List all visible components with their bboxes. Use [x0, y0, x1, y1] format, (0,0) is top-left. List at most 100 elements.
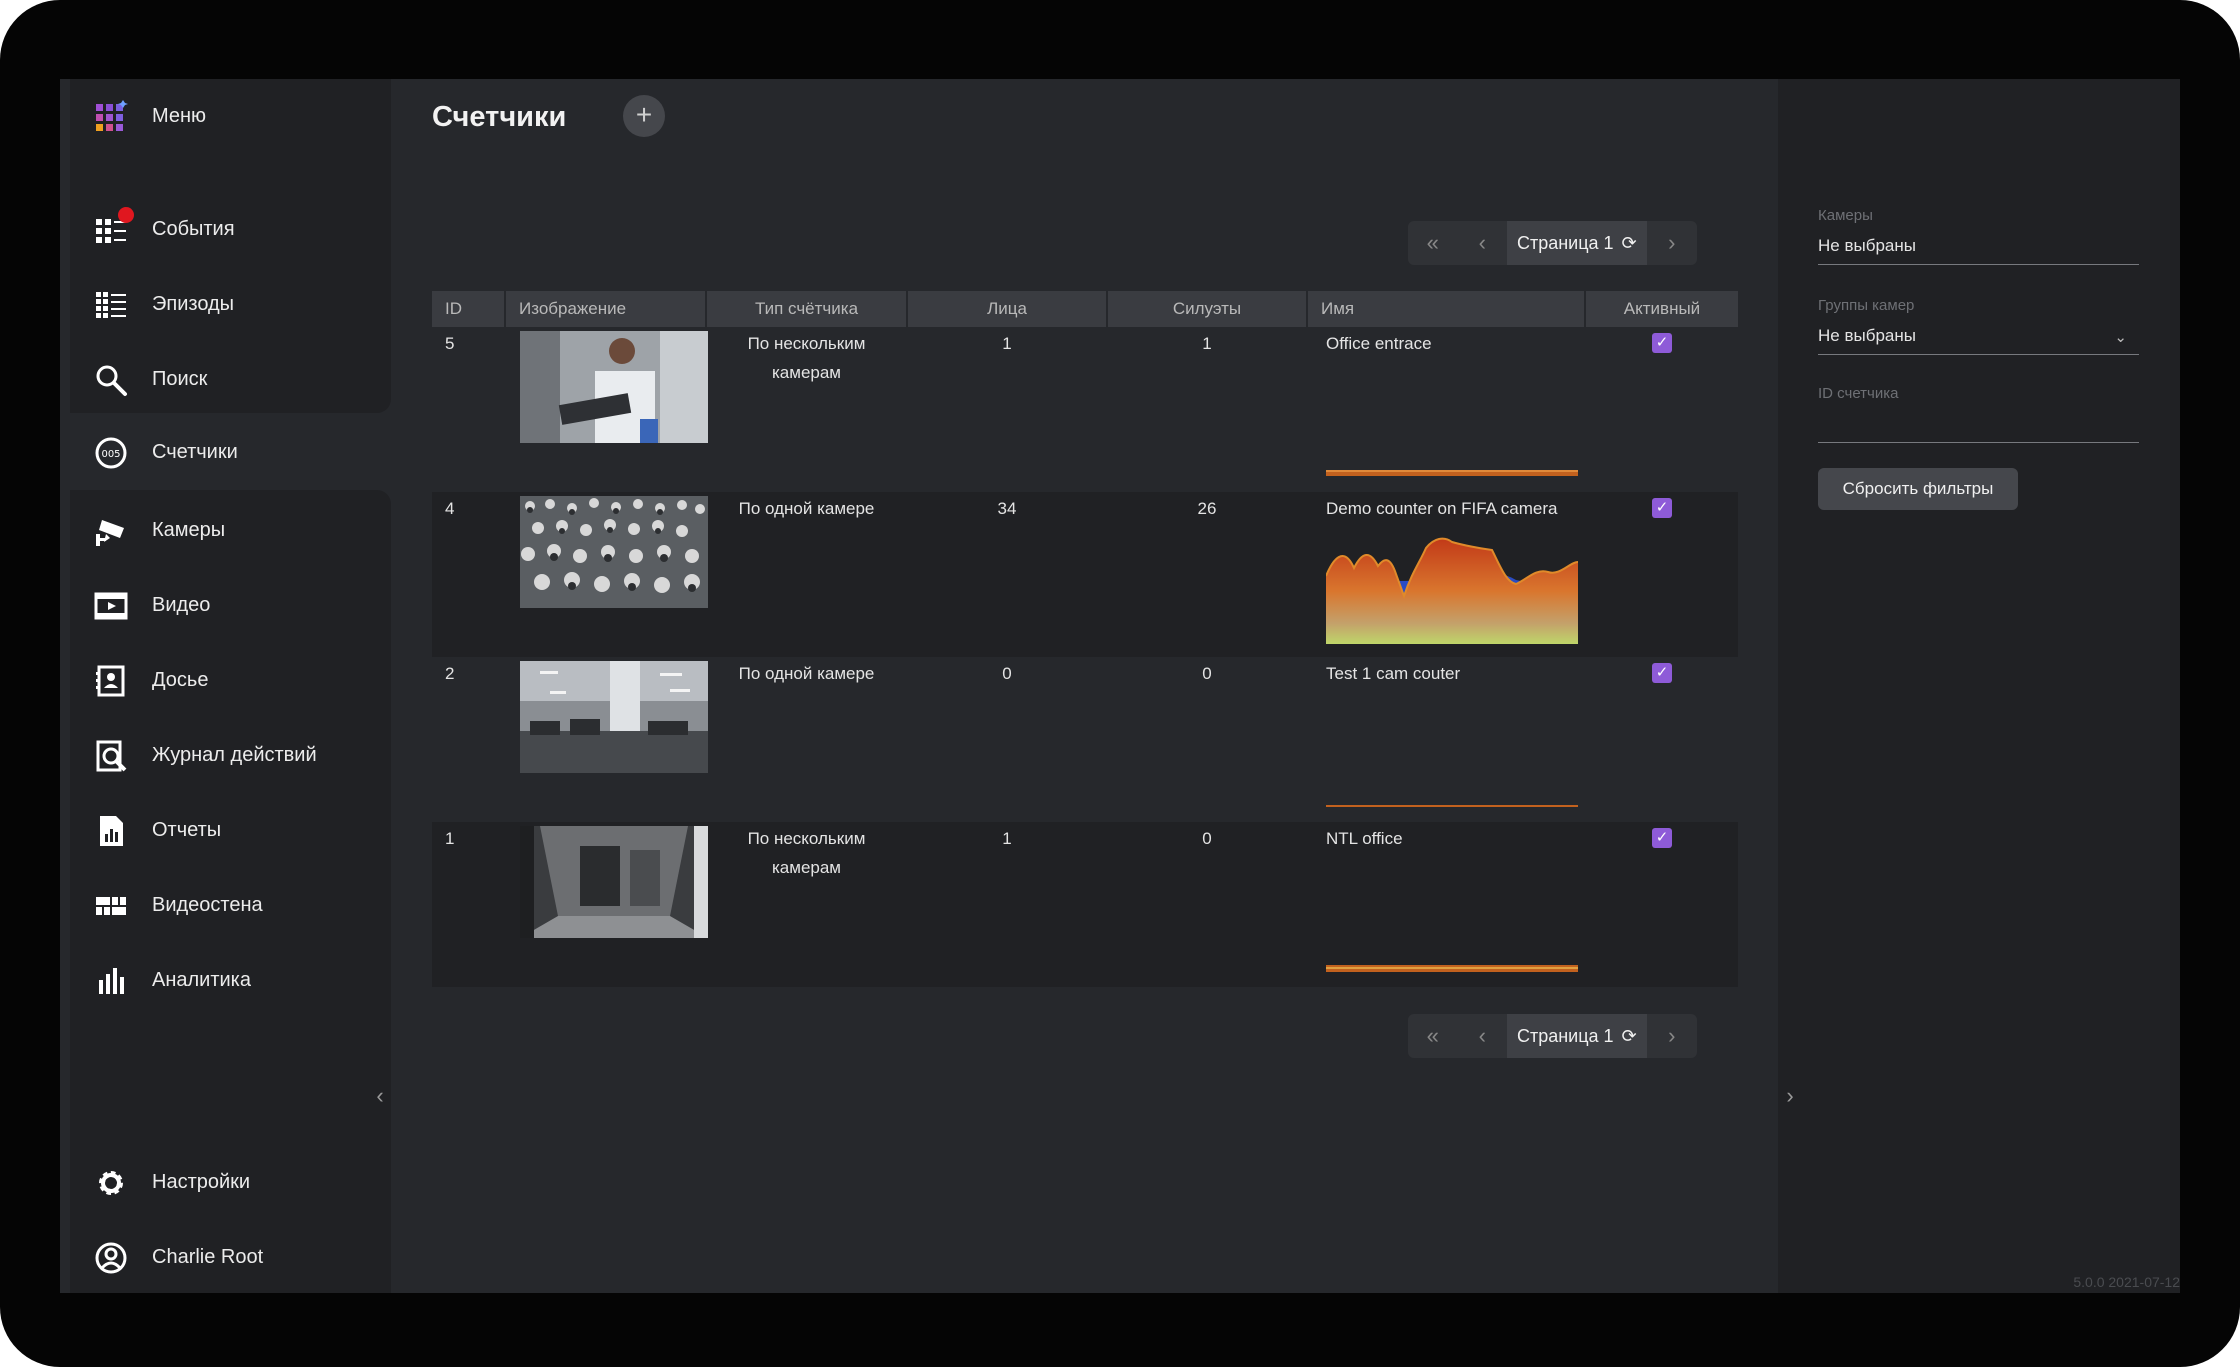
active-checkbox[interactable]: ✓	[1652, 333, 1672, 353]
faces-count: 1	[1002, 334, 1012, 353]
collapse-sidebar-chevron-left-icon[interactable]: ‹	[370, 1081, 390, 1111]
pagination-top: « ‹ Страница 1 ⟳ ›	[1408, 221, 1697, 265]
counter-thumbnail[interactable]	[520, 331, 708, 443]
add-counter-button[interactable]: +	[623, 95, 665, 137]
current-page-button[interactable]: Страница 1 ⟳	[1507, 1014, 1647, 1058]
events-list-icon	[94, 206, 134, 247]
report-icon	[94, 814, 128, 848]
counter-sparkline	[1326, 862, 1578, 974]
sidebar-item-label: Видео	[152, 594, 211, 616]
camera-groups-select[interactable]: Не выбраны ⌄	[1818, 326, 2139, 355]
counter-sparkline	[1326, 367, 1578, 479]
table-row[interactable]: 1 По нескольким камерам 1 0 NTL office ✓	[432, 822, 1738, 987]
counter-id-input[interactable]	[1818, 414, 2139, 443]
cameras-select[interactable]: Не выбраны	[1818, 236, 2139, 265]
counter-name[interactable]: NTL office	[1326, 824, 1403, 853]
version-label: 5.0.0 2021-07-12	[2073, 1274, 2180, 1290]
chevron-down-icon[interactable]: ⌄	[2114, 328, 2127, 346]
sidebar-item-label: Видеостена	[152, 894, 263, 916]
counter-type: По одной камере	[707, 659, 906, 688]
filter-label: ID счетчика	[1818, 385, 1899, 402]
sidebar-item-label: Поиск	[152, 368, 208, 390]
sidebar-item-label: Журнал действий	[152, 744, 317, 766]
silhouettes-count: 0	[1202, 829, 1212, 848]
sidebar-item-dossier[interactable]: Досье	[70, 643, 391, 718]
table-row[interactable]: 4 По одной камере 34 26 Demo counter on …	[432, 492, 1738, 657]
counter-id: 5	[445, 334, 455, 353]
sidebar-item-reports[interactable]: Отчеты	[70, 793, 391, 868]
counter-type: По нескольким камерам	[707, 824, 906, 882]
column-header-faces[interactable]: Лица	[908, 291, 1106, 327]
counters-table: ID Изображение Тип счётчика Лица Силуэты…	[432, 291, 1738, 987]
counter-icon: 005	[94, 436, 128, 470]
reset-filters-button[interactable]: Сбросить фильтры	[1818, 468, 2018, 510]
counter-type-line: По одной камере	[738, 499, 875, 518]
counter-sparkline	[1326, 697, 1578, 809]
silhouettes-count: 1	[1202, 334, 1212, 353]
table-row[interactable]: 2 По одной камере 0 0 Test 1 cam couter …	[432, 657, 1738, 822]
counter-name[interactable]: Office entrace	[1326, 329, 1432, 358]
counter-name[interactable]: Demo counter on FIFA camera	[1326, 494, 1558, 523]
counter-sparkline	[1326, 532, 1578, 644]
column-header-id[interactable]: ID	[432, 291, 504, 327]
counter-name[interactable]: Test 1 cam couter	[1326, 659, 1460, 688]
apps-grid-icon	[94, 99, 128, 134]
first-page-icon[interactable]: «	[1408, 1014, 1458, 1058]
column-header-active[interactable]: Активный	[1586, 291, 1738, 327]
faces-count: 34	[997, 499, 1017, 518]
sidebar-item-video[interactable]: Видео	[70, 568, 391, 643]
active-checkbox[interactable]: ✓	[1652, 828, 1672, 848]
sidebar-item-counters[interactable]: 005 Счетчики	[70, 415, 391, 490]
app-window: Меню События Эпизоды Поиск 005 Счетчики …	[60, 79, 2180, 1293]
sidebar: Меню События Эпизоды Поиск 005 Счетчики …	[60, 79, 391, 1293]
refresh-icon[interactable]: ⟳	[1622, 233, 1637, 254]
column-header-silhouettes[interactable]: Силуэты	[1108, 291, 1306, 327]
sidebar-item-label: Камеры	[152, 519, 226, 541]
counter-type-line: По нескольким	[747, 829, 866, 848]
next-page-icon[interactable]: ›	[1647, 221, 1697, 265]
sidebar-item-audit-log[interactable]: Журнал действий	[70, 718, 391, 793]
sidebar-item-search[interactable]: Поиск	[70, 342, 391, 417]
sidebar-item-user[interactable]: Charlie Root	[70, 1220, 391, 1293]
column-header-type[interactable]: Тип счётчика	[707, 291, 906, 327]
next-page-icon[interactable]: ›	[1647, 1014, 1697, 1058]
page-label: Страница 1	[1516, 1025, 1614, 1046]
column-header-name[interactable]: Имя	[1308, 291, 1584, 327]
sidebar-item-events[interactable]: События	[70, 192, 391, 267]
counter-thumbnail[interactable]	[520, 826, 708, 938]
sidebar-user-name: Charlie Root	[152, 1246, 264, 1268]
sidebar-item-label: Счетчики	[152, 441, 238, 463]
table-row[interactable]: 5 По нескольким камерам 1 1 Office entra…	[432, 327, 1738, 492]
counter-id: 4	[445, 499, 455, 518]
refresh-icon[interactable]: ⟳	[1622, 1026, 1637, 1047]
audit-log-icon	[94, 739, 128, 773]
gear-icon	[94, 1166, 128, 1200]
analytics-icon	[94, 964, 128, 998]
sidebar-menu-toggle[interactable]: Меню	[70, 79, 391, 154]
prev-page-icon[interactable]: ‹	[1458, 221, 1508, 265]
sidebar-item-settings[interactable]: Настройки	[70, 1145, 391, 1220]
dossier-icon	[94, 664, 128, 698]
prev-page-icon[interactable]: ‹	[1458, 1014, 1508, 1058]
sidebar-item-cameras[interactable]: Камеры	[70, 493, 391, 568]
collapse-filters-chevron-right-icon[interactable]: ›	[1780, 1081, 1800, 1111]
video-film-icon	[94, 589, 128, 623]
current-page-button[interactable]: Страница 1 ⟳	[1507, 221, 1647, 265]
counter-type-line: камерам	[771, 858, 841, 877]
active-checkbox[interactable]: ✓	[1652, 663, 1672, 683]
column-header-image[interactable]: Изображение	[506, 291, 705, 327]
active-checkbox[interactable]: ✓	[1652, 498, 1672, 518]
counter-thumbnail[interactable]	[520, 496, 708, 608]
sidebar-item-episodes[interactable]: Эпизоды	[70, 267, 391, 342]
counter-type-line: камерам	[771, 363, 841, 382]
first-page-icon[interactable]: «	[1408, 221, 1458, 265]
silhouettes-count: 26	[1197, 499, 1217, 518]
sidebar-item-analytics[interactable]: Аналитика	[70, 943, 391, 1018]
sidebar-item-label: Эпизоды	[152, 293, 235, 315]
filter-camera-groups[interactable]: Группы камер Не выбраны ⌄	[1818, 297, 2139, 355]
filter-counter-id[interactable]: ID счетчика	[1818, 385, 2139, 443]
counter-type-line: По одной камере	[738, 664, 875, 683]
sidebar-item-video-wall[interactable]: Видеостена	[70, 868, 391, 943]
counter-thumbnail[interactable]	[520, 661, 708, 773]
filter-cameras[interactable]: Камеры Не выбраны	[1818, 207, 2139, 265]
